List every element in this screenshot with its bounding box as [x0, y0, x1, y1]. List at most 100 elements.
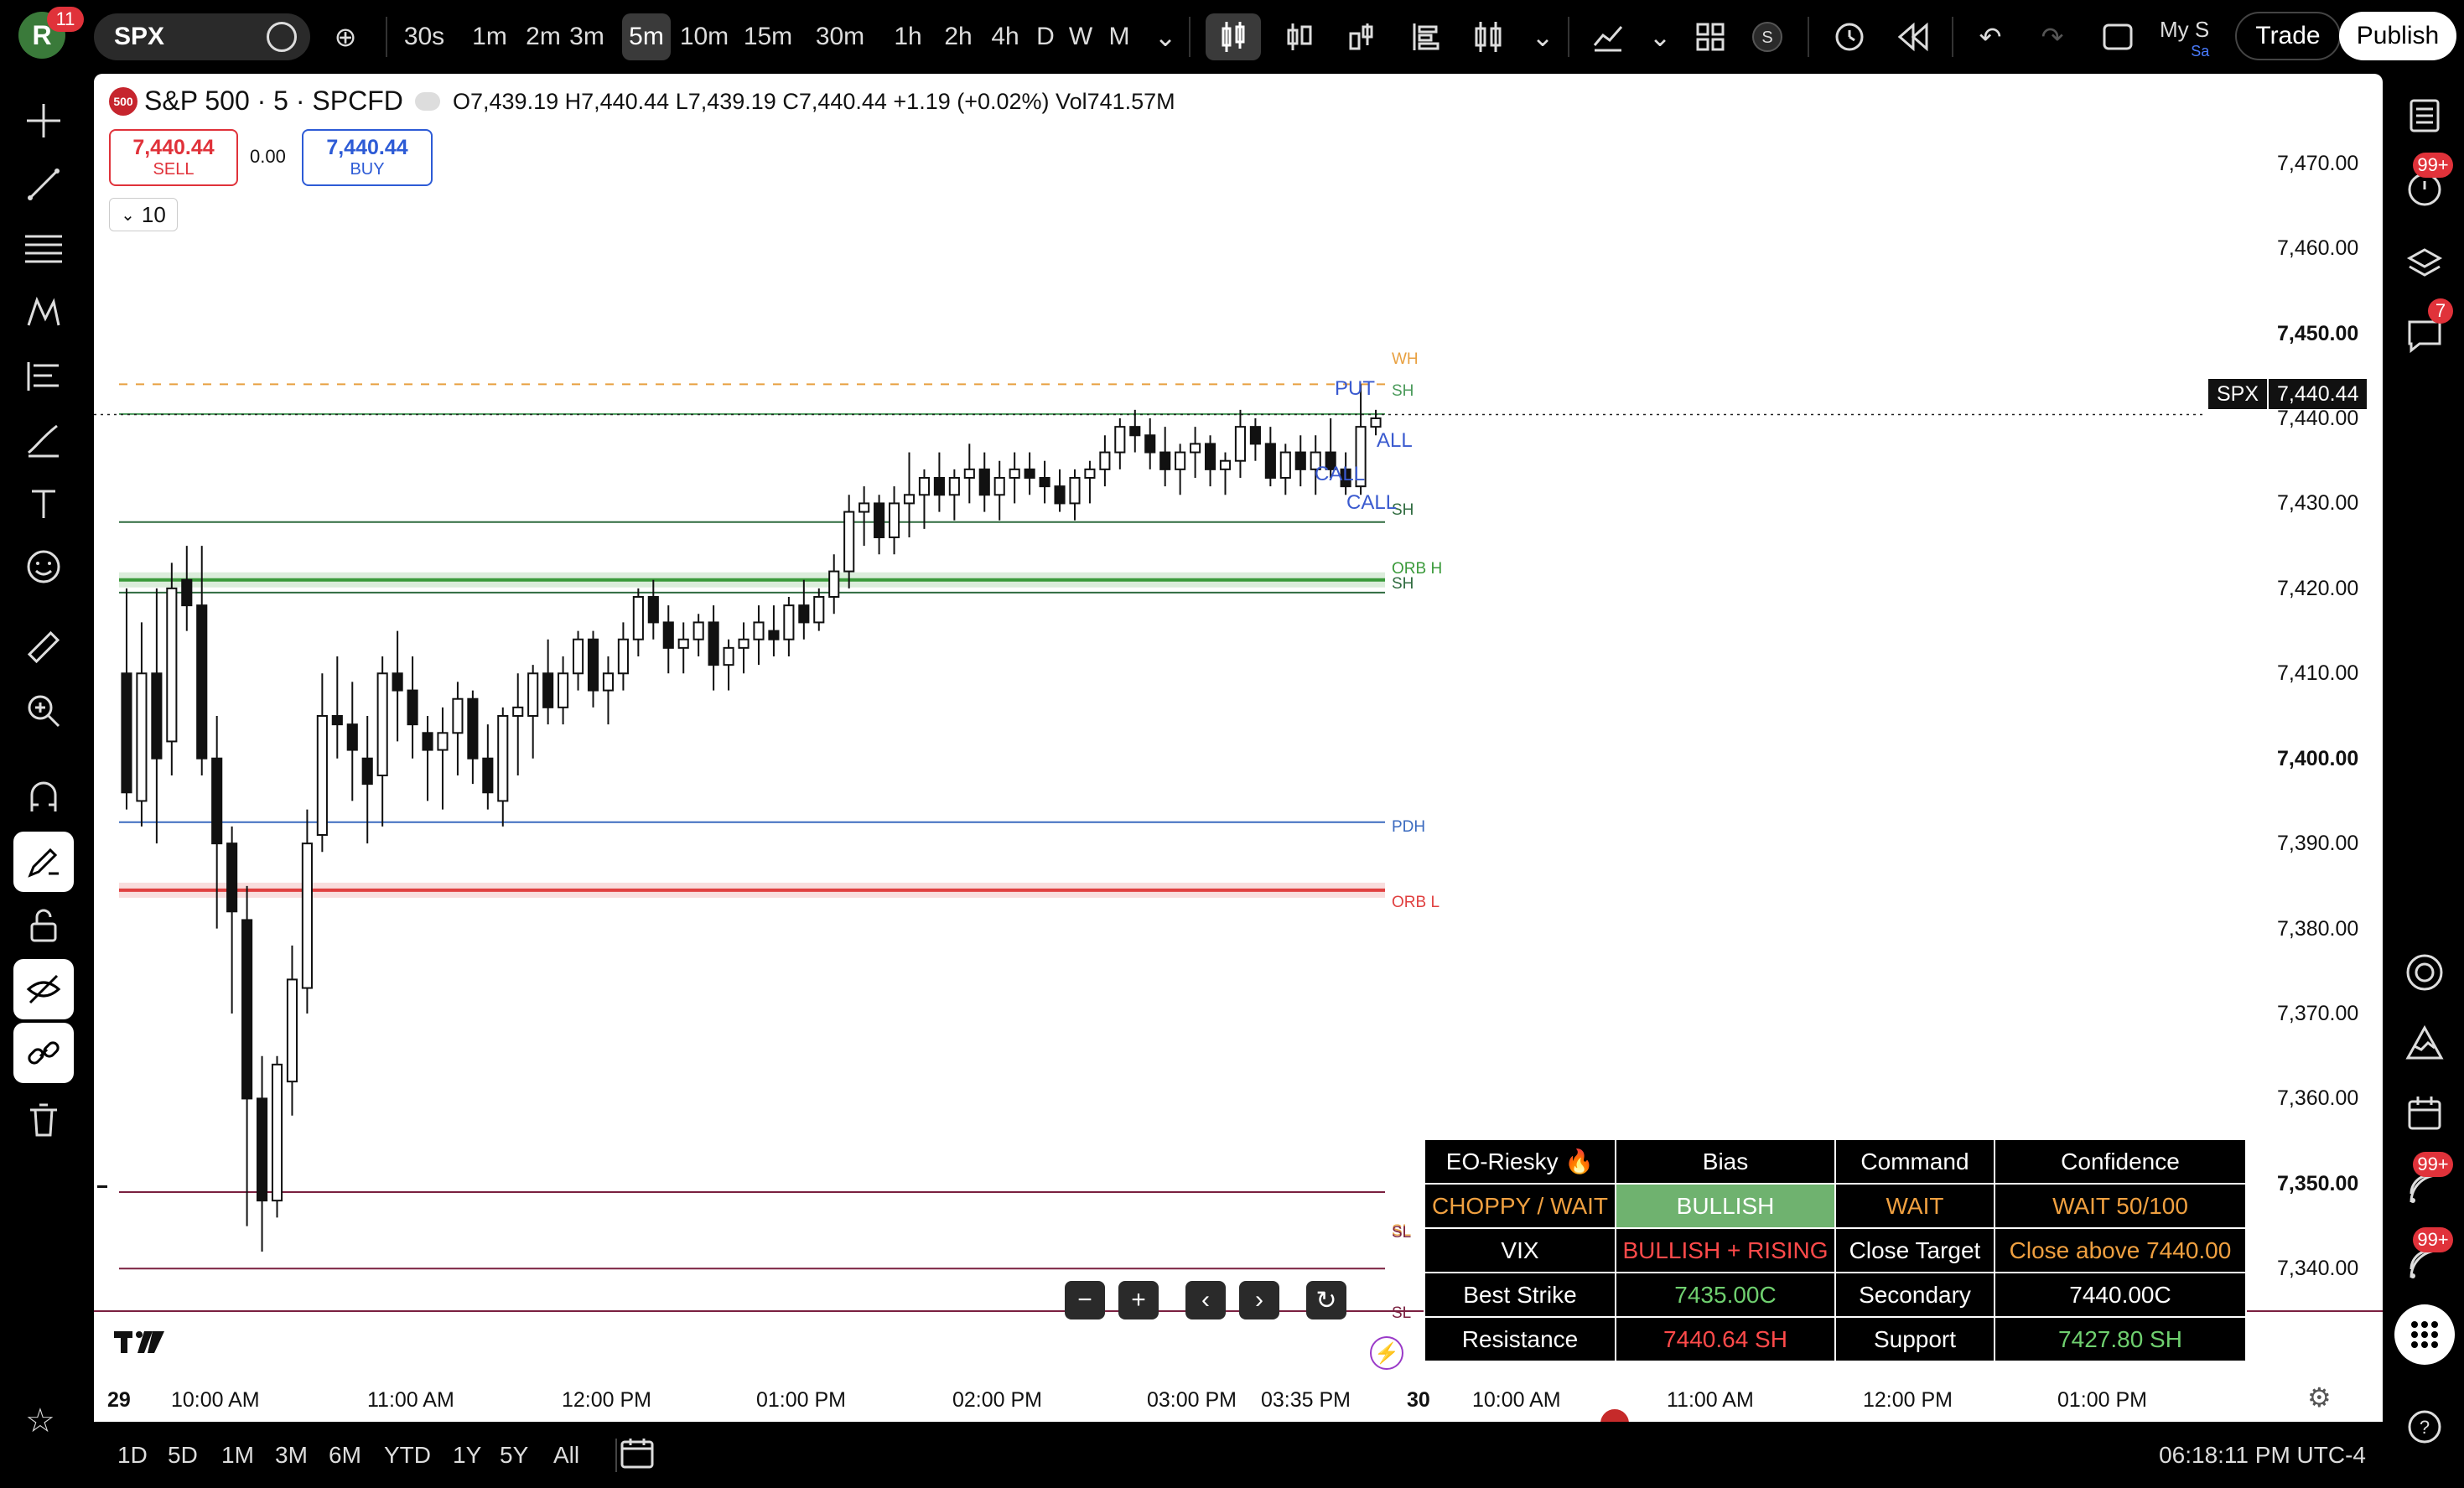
hollow-candles-icon[interactable]: [1279, 17, 1320, 57]
candle-body: [813, 596, 825, 624]
candles-chart-type-icon[interactable]: [1206, 13, 1261, 60]
reset-chart-button[interactable]: ↻: [1306, 1281, 1346, 1319]
redo-icon[interactable]: ↷: [2032, 17, 2072, 57]
scripts-icon[interactable]: S: [1747, 17, 1787, 57]
chevron-down-icon[interactable]: ⌄: [1640, 17, 1680, 57]
diamond-icon[interactable]: [267, 22, 297, 52]
stay-in-drawing-mode-icon[interactable]: [13, 832, 74, 892]
range-5d[interactable]: 5D: [168, 1442, 198, 1469]
interval-3m[interactable]: 3m: [567, 13, 607, 60]
pattern-icon[interactable]: [13, 282, 74, 342]
hide-drawings-icon[interactable]: [13, 959, 74, 1019]
lock-icon[interactable]: [13, 895, 74, 956]
publish-button[interactable]: Publish: [2339, 12, 2456, 60]
interval-5m[interactable]: 5m: [622, 13, 671, 60]
zoom-in-button[interactable]: +: [1118, 1281, 1159, 1319]
range-5y[interactable]: 5Y: [500, 1442, 528, 1469]
alert-clock-icon[interactable]: [1829, 17, 1870, 57]
watchlist-icon[interactable]: [2399, 91, 2450, 141]
interval-4h[interactable]: 4h: [988, 13, 1023, 60]
interval-d[interactable]: D: [1033, 13, 1058, 60]
buy-button[interactable]: 7,440.44 BUY: [302, 129, 433, 186]
fib-lines-icon[interactable]: [13, 218, 74, 278]
interval-10m[interactable]: 10m: [677, 13, 731, 60]
interval-m[interactable]: M: [1105, 13, 1133, 60]
bars-chart-icon[interactable]: [1341, 17, 1382, 57]
tradingview-logo[interactable]: [114, 1326, 168, 1356]
favorites-star-icon[interactable]: ☆: [25, 1402, 55, 1440]
compare-candles-icon[interactable]: [1469, 17, 1509, 57]
sell-button[interactable]: 7,440.44 SELL: [109, 129, 238, 186]
layout-grid-icon[interactable]: [1690, 17, 1730, 57]
ruler-icon[interactable]: [13, 617, 74, 677]
interval-2m[interactable]: 2m: [523, 13, 563, 60]
candle-body: [948, 477, 960, 496]
scroll-right-button[interactable]: ›: [1239, 1281, 1279, 1319]
replay-icon[interactable]: [1893, 17, 1933, 57]
forecast-icon[interactable]: [13, 345, 74, 406]
candle-body: [677, 638, 689, 649]
interval-2h[interactable]: 2h: [941, 13, 976, 60]
lightning-icon[interactable]: ⚡: [1370, 1336, 1403, 1370]
apps-grid-icon[interactable]: [2394, 1304, 2455, 1365]
level-label-pdh: PDH: [1392, 818, 1426, 836]
ideas-mountain-icon[interactable]: [2399, 1018, 2450, 1068]
chevron-down-icon[interactable]: ⌄: [1145, 17, 1185, 57]
add-symbol-icon[interactable]: ⊕: [325, 17, 366, 57]
range-3m[interactable]: 3M: [275, 1442, 308, 1469]
symbol-search[interactable]: SPX: [94, 13, 310, 60]
crosshair-icon[interactable]: [13, 91, 74, 151]
chevron-down-icon[interactable]: ⌄: [1522, 17, 1563, 57]
magnet-icon[interactable]: [13, 766, 74, 827]
quantity-selector[interactable]: ⌄ 10: [109, 198, 178, 231]
interval-30m[interactable]: 30m: [812, 13, 869, 60]
symbol-legend[interactable]: 500 S&P 500 · 5 · SPCFD: [109, 86, 440, 117]
sell-label: SELL: [153, 160, 195, 179]
goto-date-calendar-icon[interactable]: [619, 1437, 656, 1475]
alerts-clock-icon[interactable]: 99+: [2399, 153, 2453, 215]
trash-icon[interactable]: [13, 1090, 74, 1150]
range-1y[interactable]: 1Y: [453, 1442, 481, 1469]
range-1d[interactable]: 1D: [117, 1442, 148, 1469]
legend-toggle-icon[interactable]: [414, 91, 440, 111]
brush-icon[interactable]: [13, 409, 74, 469]
broadcast-icon[interactable]: 99+: [2399, 1152, 2453, 1214]
interval-15m[interactable]: 15m: [741, 13, 795, 60]
range-6m[interactable]: 6M: [329, 1442, 361, 1469]
range-all[interactable]: All: [553, 1442, 579, 1469]
range-ytd[interactable]: YTD: [384, 1442, 431, 1469]
undo-icon[interactable]: ↶: [1970, 17, 2010, 57]
candle-body: [271, 1063, 283, 1202]
timezone-clock[interactable]: 06:18:11 PM UTC-4: [2159, 1442, 2366, 1469]
layers-icon[interactable]: [2399, 238, 2450, 288]
chart-pane[interactable]: 500 S&P 500 · 5 · SPCFD O7,439.19 H7,440…: [94, 74, 2383, 1422]
fullscreen-icon[interactable]: [2098, 17, 2138, 57]
target-icon[interactable]: [2399, 947, 2450, 998]
settings-gear-icon[interactable]: ⚙: [2307, 1382, 2332, 1413]
price-tick-label: 7,340.00: [2277, 1257, 2359, 1281]
layout-name[interactable]: My S Sa: [2160, 17, 2209, 60]
text-tool-icon[interactable]: [13, 473, 74, 533]
range-1m[interactable]: 1M: [221, 1442, 254, 1469]
interval-30s[interactable]: 30s: [402, 13, 446, 60]
help-icon[interactable]: ?: [2399, 1402, 2450, 1452]
interval-1h[interactable]: 1h: [890, 13, 926, 60]
indicator-list-icon[interactable]: [1405, 17, 1445, 57]
sync-drawings-link-icon[interactable]: [13, 1023, 74, 1083]
notifications-icon[interactable]: 99+: [2399, 1227, 2453, 1289]
scroll-left-button[interactable]: ‹: [1185, 1281, 1226, 1319]
zoom-out-button[interactable]: −: [1065, 1281, 1105, 1319]
candle-body: [933, 477, 945, 496]
zoom-in-icon[interactable]: [13, 681, 74, 741]
trend-line-icon[interactable]: [13, 154, 74, 215]
sell-price: 7,440.44: [132, 136, 215, 159]
interval-1m[interactable]: 1m: [468, 13, 511, 60]
emoji-icon[interactable]: [13, 537, 74, 597]
indicators-icon[interactable]: [1588, 17, 1628, 57]
chat-icon[interactable]: 7: [2399, 298, 2453, 360]
calendar-icon[interactable]: [2399, 1088, 2450, 1138]
trade-button[interactable]: Trade: [2235, 12, 2341, 60]
interval-w[interactable]: W: [1066, 13, 1095, 60]
candle-body: [783, 604, 795, 640]
last-price-value: 7,440.44: [2269, 379, 2368, 409]
